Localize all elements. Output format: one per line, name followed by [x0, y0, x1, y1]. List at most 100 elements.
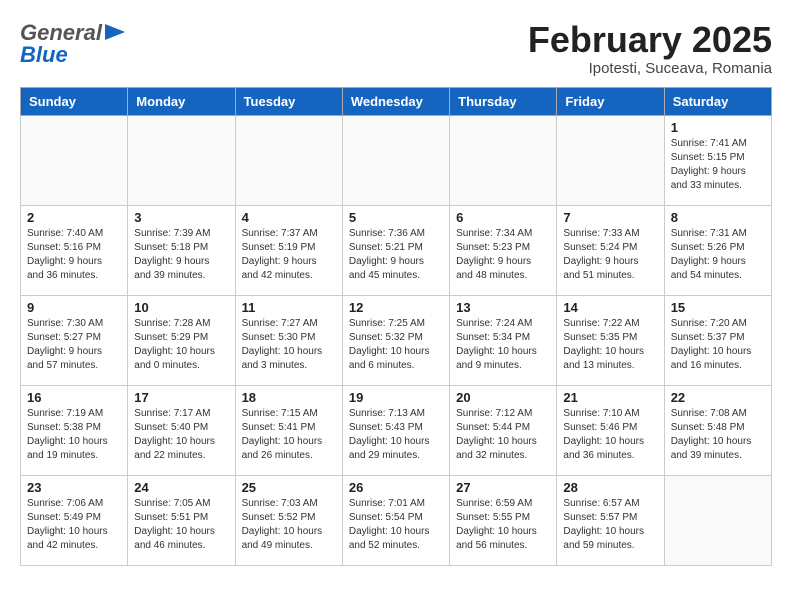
calendar-cell [664, 475, 771, 565]
calendar-cell: 15 Sunrise: 7:20 AM Sunset: 5:37 PM Dayli… [664, 295, 771, 385]
day-info: Sunrise: 7:08 AM Sunset: 5:48 PM Dayligh… [671, 407, 765, 463]
day-info: Sunrise: 7:37 AM Sunset: 5:19 PM Dayligh… [242, 227, 336, 283]
logo-blue: Blue [20, 42, 68, 68]
calendar-cell [21, 115, 128, 205]
day-number: 28 [563, 480, 657, 495]
day-number: 1 [671, 120, 765, 135]
day-info: Sunrise: 7:28 AM Sunset: 5:29 PM Dayligh… [134, 317, 228, 373]
calendar-cell: 24 Sunrise: 7:05 AM Sunset: 5:51 PM Dayli… [128, 475, 235, 565]
day-number: 23 [27, 480, 121, 495]
weekday-header-row: SundayMondayTuesdayWednesdayThursdayFrid… [21, 87, 772, 115]
day-info: Sunrise: 7:31 AM Sunset: 5:26 PM Dayligh… [671, 227, 765, 283]
day-number: 14 [563, 300, 657, 315]
day-number: 10 [134, 300, 228, 315]
logo: General Blue [20, 20, 125, 68]
day-number: 11 [242, 300, 336, 315]
calendar-week-2: 2 Sunrise: 7:40 AM Sunset: 5:16 PM Daylig… [21, 205, 772, 295]
day-info: Sunrise: 7:15 AM Sunset: 5:41 PM Dayligh… [242, 407, 336, 463]
calendar-table: SundayMondayTuesdayWednesdayThursdayFrid… [20, 87, 772, 566]
day-number: 16 [27, 390, 121, 405]
calendar-week-3: 9Sunrise: 7:30 AM Sunset: 5:27 PM Daylig… [21, 295, 772, 385]
logo-arrow-icon [105, 24, 125, 40]
calendar-cell: 17Sunrise: 7:17 AM Sunset: 5:40 PM Dayli… [128, 385, 235, 475]
day-info: Sunrise: 7:19 AM Sunset: 5:38 PM Dayligh… [27, 407, 121, 463]
day-info: Sunrise: 7:41 AM Sunset: 5:15 PM Dayligh… [671, 137, 765, 193]
calendar-cell: 3 Sunrise: 7:39 AM Sunset: 5:18 PM Daylig… [128, 205, 235, 295]
calendar-cell: 23 Sunrise: 7:06 AM Sunset: 5:49 PM Dayli… [21, 475, 128, 565]
month-title: February 2025 [528, 20, 772, 60]
day-number: 6 [456, 210, 550, 225]
calendar-cell: 12 Sunrise: 7:25 AM Sunset: 5:32 PM Dayli… [342, 295, 449, 385]
day-number: 7 [563, 210, 657, 225]
day-number: 20 [456, 390, 550, 405]
calendar-cell: 1 Sunrise: 7:41 AM Sunset: 5:15 PM Daylig… [664, 115, 771, 205]
day-info: Sunrise: 7:10 AM Sunset: 5:46 PM Dayligh… [563, 407, 657, 463]
calendar-cell: 5 Sunrise: 7:36 AM Sunset: 5:21 PM Daylig… [342, 205, 449, 295]
weekday-header-sunday: Sunday [21, 87, 128, 115]
day-info: Sunrise: 7:25 AM Sunset: 5:32 PM Dayligh… [349, 317, 443, 373]
day-info: Sunrise: 7:13 AM Sunset: 5:43 PM Dayligh… [349, 407, 443, 463]
calendar-cell: 11 Sunrise: 7:27 AM Sunset: 5:30 PM Dayli… [235, 295, 342, 385]
calendar-cell: 4 Sunrise: 7:37 AM Sunset: 5:19 PM Daylig… [235, 205, 342, 295]
weekday-header-monday: Monday [128, 87, 235, 115]
title-block: February 2025 Ipotesti, Suceava, Romania [528, 20, 772, 77]
day-info: Sunrise: 7:36 AM Sunset: 5:21 PM Dayligh… [349, 227, 443, 283]
calendar-cell: 2 Sunrise: 7:40 AM Sunset: 5:16 PM Daylig… [21, 205, 128, 295]
calendar-cell: 10 Sunrise: 7:28 AM Sunset: 5:29 PM Dayli… [128, 295, 235, 385]
day-info: Sunrise: 7:40 AM Sunset: 5:16 PM Dayligh… [27, 227, 121, 283]
day-number: 25 [242, 480, 336, 495]
day-info: Sunrise: 7:06 AM Sunset: 5:49 PM Dayligh… [27, 497, 121, 553]
calendar-cell: 25 Sunrise: 7:03 AM Sunset: 5:52 PM Dayli… [235, 475, 342, 565]
day-info: Sunrise: 7:39 AM Sunset: 5:18 PM Dayligh… [134, 227, 228, 283]
weekday-header-wednesday: Wednesday [342, 87, 449, 115]
day-number: 24 [134, 480, 228, 495]
day-info: Sunrise: 7:33 AM Sunset: 5:24 PM Dayligh… [563, 227, 657, 283]
day-info: Sunrise: 7:34 AM Sunset: 5:23 PM Dayligh… [456, 227, 550, 283]
day-info: Sunrise: 7:27 AM Sunset: 5:30 PM Dayligh… [242, 317, 336, 373]
calendar-cell: 26Sunrise: 7:01 AM Sunset: 5:54 PM Dayli… [342, 475, 449, 565]
day-number: 17 [134, 390, 228, 405]
day-number: 9 [27, 300, 121, 315]
day-info: Sunrise: 6:57 AM Sunset: 5:57 PM Dayligh… [563, 497, 657, 553]
day-info: Sunrise: 7:05 AM Sunset: 5:51 PM Dayligh… [134, 497, 228, 553]
day-number: 12 [349, 300, 443, 315]
day-info: Sunrise: 6:59 AM Sunset: 5:55 PM Dayligh… [456, 497, 550, 553]
calendar-cell [342, 115, 449, 205]
day-number: 5 [349, 210, 443, 225]
day-info: Sunrise: 7:12 AM Sunset: 5:44 PM Dayligh… [456, 407, 550, 463]
day-number: 3 [134, 210, 228, 225]
page-header: General Blue February 2025 Ipotesti, Suc… [20, 20, 772, 77]
calendar-cell [557, 115, 664, 205]
weekday-header-thursday: Thursday [450, 87, 557, 115]
day-number: 19 [349, 390, 443, 405]
weekday-header-saturday: Saturday [664, 87, 771, 115]
calendar-cell: 19 Sunrise: 7:13 AM Sunset: 5:43 PM Dayli… [342, 385, 449, 475]
day-info: Sunrise: 7:24 AM Sunset: 5:34 PM Dayligh… [456, 317, 550, 373]
calendar-week-4: 16 Sunrise: 7:19 AM Sunset: 5:38 PM Dayli… [21, 385, 772, 475]
calendar-cell: 8 Sunrise: 7:31 AM Sunset: 5:26 PM Daylig… [664, 205, 771, 295]
calendar-week-5: 23 Sunrise: 7:06 AM Sunset: 5:49 PM Dayli… [21, 475, 772, 565]
calendar-week-1: 1 Sunrise: 7:41 AM Sunset: 5:15 PM Daylig… [21, 115, 772, 205]
day-info: Sunrise: 7:22 AM Sunset: 5:35 PM Dayligh… [563, 317, 657, 373]
calendar-cell: 27Sunrise: 6:59 AM Sunset: 5:55 PM Dayli… [450, 475, 557, 565]
weekday-header-tuesday: Tuesday [235, 87, 342, 115]
calendar-cell: 13Sunrise: 7:24 AM Sunset: 5:34 PM Dayli… [450, 295, 557, 385]
day-number: 22 [671, 390, 765, 405]
calendar-cell: 7 Sunrise: 7:33 AM Sunset: 5:24 PM Daylig… [557, 205, 664, 295]
location: Ipotesti, Suceava, Romania [528, 60, 772, 77]
weekday-header-friday: Friday [557, 87, 664, 115]
calendar-cell: 28 Sunrise: 6:57 AM Sunset: 5:57 PM Dayli… [557, 475, 664, 565]
day-number: 18 [242, 390, 336, 405]
day-info: Sunrise: 7:20 AM Sunset: 5:37 PM Dayligh… [671, 317, 765, 373]
calendar-cell: 18 Sunrise: 7:15 AM Sunset: 5:41 PM Dayli… [235, 385, 342, 475]
day-number: 26 [349, 480, 443, 495]
calendar-cell: 22 Sunrise: 7:08 AM Sunset: 5:48 PM Dayli… [664, 385, 771, 475]
day-number: 4 [242, 210, 336, 225]
calendar-cell: 14 Sunrise: 7:22 AM Sunset: 5:35 PM Dayli… [557, 295, 664, 385]
calendar-cell [450, 115, 557, 205]
day-number: 15 [671, 300, 765, 315]
day-number: 2 [27, 210, 121, 225]
day-number: 8 [671, 210, 765, 225]
calendar-cell: 16 Sunrise: 7:19 AM Sunset: 5:38 PM Dayli… [21, 385, 128, 475]
day-info: Sunrise: 7:03 AM Sunset: 5:52 PM Dayligh… [242, 497, 336, 553]
